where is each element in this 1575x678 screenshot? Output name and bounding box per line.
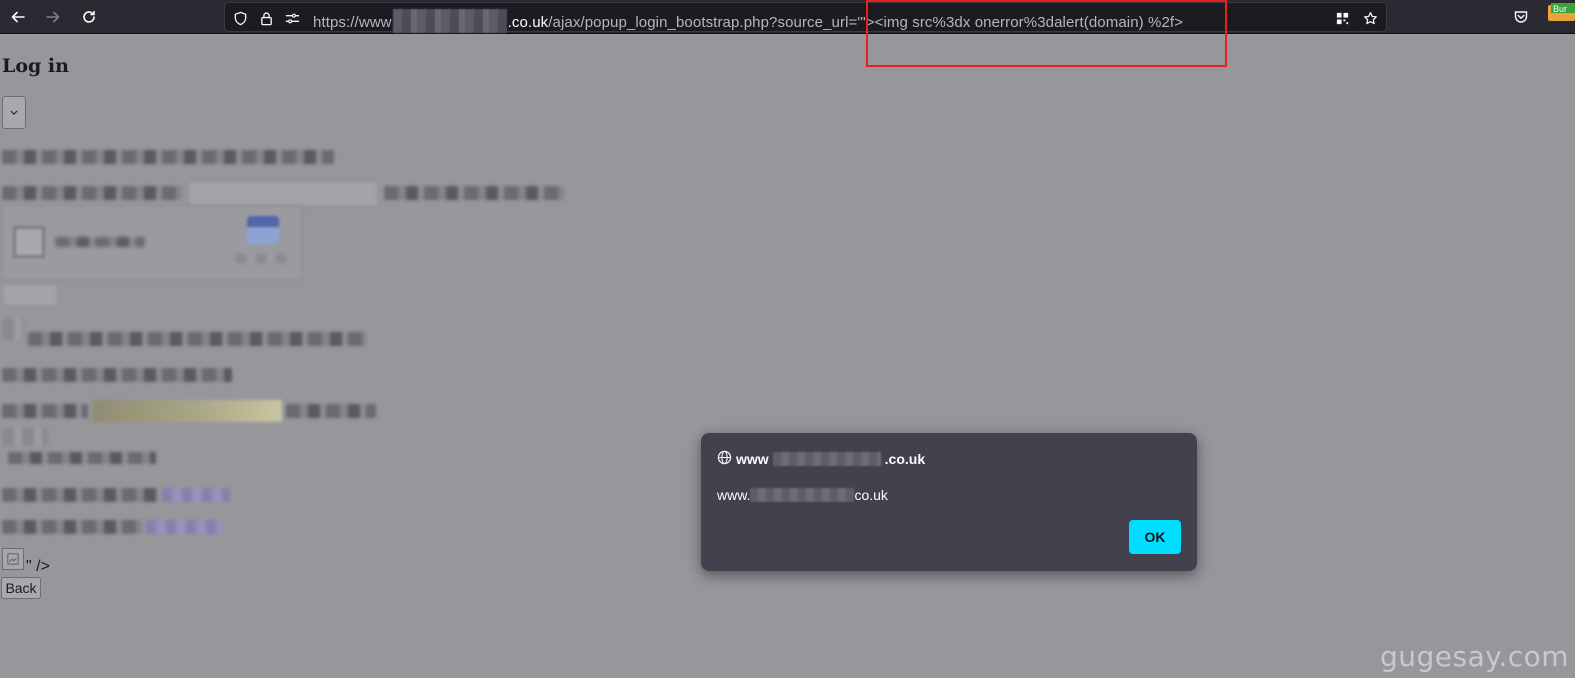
redacted-text [2, 488, 158, 502]
permissions-icon[interactable] [283, 9, 301, 27]
url-prefix: https://www [313, 14, 392, 31]
captcha-logo-icon [247, 216, 279, 244]
redacted-text [2, 186, 182, 200]
pocket-icon[interactable] [1508, 4, 1534, 30]
redacted-link[interactable] [146, 520, 222, 534]
redacted-text [55, 237, 145, 247]
extension-label: Bur [1553, 4, 1567, 14]
back-button[interactable]: Back [1, 577, 41, 599]
redacted-text [28, 332, 366, 346]
broken-image-icon [2, 548, 24, 570]
lock-icon[interactable] [257, 9, 275, 27]
redacted-button[interactable] [2, 284, 58, 306]
redacted-text [2, 368, 232, 382]
watermark: gugesay.com [1380, 640, 1570, 673]
dialog-title: www .co.uk [717, 450, 925, 468]
globe-icon [717, 450, 732, 468]
redacted-text [2, 404, 88, 418]
chevron-down-icon [10, 107, 18, 118]
captcha-checkbox[interactable] [13, 226, 45, 258]
burp-extension-icon[interactable]: Bur [1548, 3, 1575, 23]
url-path: /ajax/popup_login_bootstrap.php?source_u… [548, 14, 858, 31]
dialog-title-prefix: www [736, 451, 769, 467]
url-host: .co.uk [507, 14, 549, 31]
ok-button[interactable]: OK [1129, 520, 1181, 554]
back-arrow-icon[interactable] [5, 4, 31, 30]
redacted-domain [772, 452, 881, 466]
page-title: Log in [2, 55, 69, 77]
shield-icon[interactable] [231, 9, 249, 27]
reload-icon[interactable] [76, 4, 102, 30]
bookmark-star-icon[interactable] [1361, 9, 1379, 27]
dialog-message-suffix: co.uk [854, 487, 888, 503]
dialog-message-prefix: www. [717, 487, 751, 503]
redacted-text [235, 254, 291, 263]
redacted-domain [750, 488, 855, 502]
injected-tag-remainder: " /> [26, 558, 50, 575]
redacted-input[interactable] [92, 400, 282, 422]
redacted-text [8, 452, 156, 464]
captcha-widget[interactable] [2, 205, 302, 280]
redacted-link[interactable] [162, 488, 230, 502]
dialog-title-suffix: .co.uk [884, 451, 926, 467]
redacted-text [384, 186, 564, 200]
redacted-input[interactable] [188, 181, 378, 207]
redacted-domain [392, 9, 507, 33]
redacted-text [2, 520, 142, 534]
qr-code-icon[interactable] [1333, 9, 1351, 27]
dialog-message: www. co.uk [717, 487, 888, 503]
dropdown-select[interactable] [2, 96, 26, 129]
browser-toolbar: https://www .co.uk/ajax/popup_login_boots… [0, 0, 1575, 34]
forward-arrow-icon[interactable] [40, 4, 66, 30]
redacted-icon [2, 318, 24, 340]
payload-highlight-box [866, 0, 1227, 67]
redacted-text [2, 150, 334, 164]
redacted-text [2, 428, 48, 446]
alert-dialog: www .co.uk www. co.uk OK [701, 433, 1197, 571]
redacted-text [286, 404, 376, 418]
